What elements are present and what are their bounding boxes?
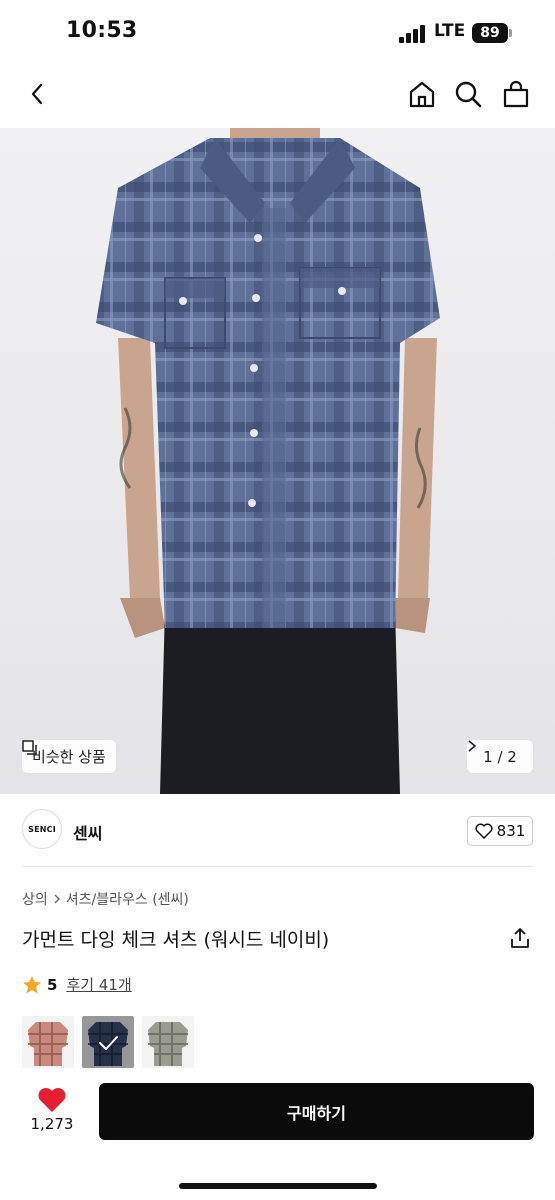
breadcrumb-item[interactable]: 셔츠/블라우스 (센씨) xyxy=(66,889,189,909)
divider xyxy=(22,866,533,867)
battery-cap xyxy=(509,29,512,37)
chevron-right-icon xyxy=(468,740,477,752)
home-indicator xyxy=(179,1183,377,1189)
heart-outline-icon xyxy=(475,823,493,839)
network-label: LTE xyxy=(434,21,466,41)
battery-icon: 89 xyxy=(472,23,508,43)
variant-row xyxy=(22,1016,194,1068)
chevron-right-icon xyxy=(54,894,60,904)
favorite-count: 831 xyxy=(496,822,526,840)
variant-thumbnail[interactable] xyxy=(22,1016,74,1068)
star-icon xyxy=(23,975,41,993)
nav-bar xyxy=(0,62,555,128)
page-indicator-text: 1 / 2 xyxy=(483,747,517,766)
product-image[interactable]: 비슷한 상품 1 / 2 xyxy=(0,128,555,794)
status-time: 10:53 xyxy=(66,18,138,43)
search-icon[interactable] xyxy=(450,76,486,112)
share-icon[interactable] xyxy=(508,926,532,950)
breadcrumb-item[interactable]: 상의 xyxy=(22,889,48,909)
home-icon[interactable] xyxy=(404,76,440,112)
similar-icon xyxy=(22,740,37,755)
like-button[interactable]: 1,273 xyxy=(22,1085,82,1145)
review-link[interactable]: 후기 41개 xyxy=(66,974,131,995)
signal-icon xyxy=(399,25,429,43)
variant-thumbnail-selected[interactable] xyxy=(82,1016,134,1068)
product-title: 가먼트 다잉 체크 셔츠 (워시드 네이비) xyxy=(22,929,330,951)
similar-products-label: 비슷한 상품 xyxy=(32,748,106,766)
variant-thumbnail[interactable] xyxy=(142,1016,194,1068)
status-bar: 10:53 LTE 89 xyxy=(0,0,555,62)
image-page-indicator[interactable]: 1 / 2 xyxy=(467,740,533,773)
rating-score: 5 xyxy=(47,975,58,994)
shop-favorite-button[interactable]: 831 xyxy=(467,816,533,846)
buy-button[interactable]: 구매하기 xyxy=(99,1083,534,1140)
shop-logo[interactable]: SENCI xyxy=(22,809,62,849)
heart-filled-icon xyxy=(38,1088,66,1112)
similar-products-button[interactable]: 비슷한 상품 xyxy=(22,740,116,773)
rating-row: 5 후기 41개 xyxy=(22,974,132,995)
shop-name[interactable]: 센씨 xyxy=(73,820,102,844)
shopping-bag-icon[interactable] xyxy=(498,76,534,112)
product-photo xyxy=(96,128,440,794)
shop-row: SENCI 센씨 831 xyxy=(0,794,555,868)
like-count: 1,273 xyxy=(30,1115,74,1133)
breadcrumb: 상의 셔츠/블라우스 (센씨) xyxy=(22,889,189,909)
back-icon[interactable] xyxy=(20,76,56,112)
